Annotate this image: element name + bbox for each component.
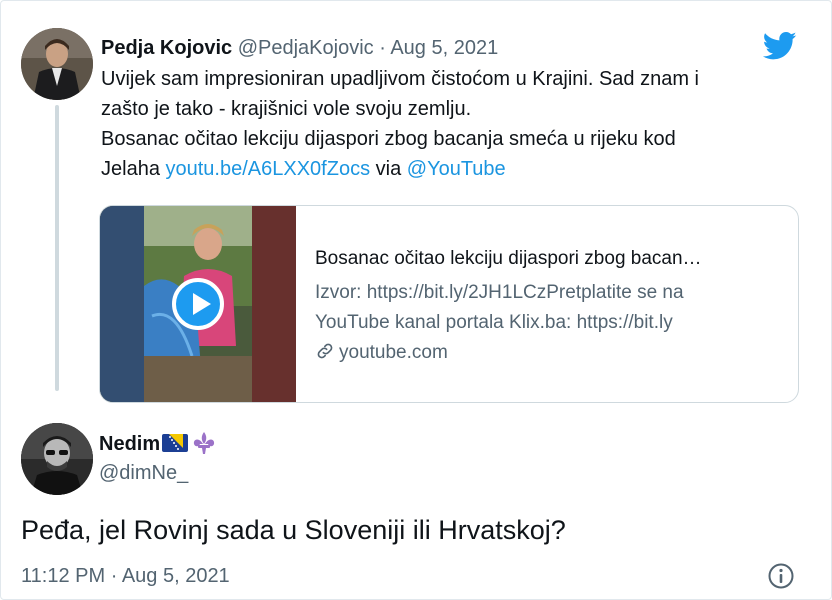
bosnia-flag-icon (162, 434, 189, 452)
via-text: via (370, 158, 407, 180)
tweet-text-line-last: Jelaha youtu.be/A6LXX0fZocs via @YouTube (101, 154, 801, 184)
tweet-text-line: Uvijek sam impresioniran upadljivom čist… (101, 68, 699, 90)
play-icon[interactable] (172, 278, 224, 330)
tweet-text-prefix: Jelaha (101, 158, 166, 180)
reply-tweet-meta[interactable]: 11:12 PM · Aug 5, 2021 (21, 564, 230, 588)
meta-separator: · (110, 565, 118, 587)
tweet-text-line: Bosanac očitao lekciju dijaspori zbog ba… (101, 128, 676, 150)
reply-author-name-text: Nedim (99, 433, 161, 455)
tweet-card: Pedja Kojovic @PedjaKojovic · Aug 5, 202… (0, 0, 832, 600)
author-handle[interactable]: @PedjaKojovic (238, 37, 374, 59)
youtube-link[interactable]: youtu.be/A6LXX0fZocs (166, 158, 371, 180)
fleur-de-lis-icon (191, 431, 217, 455)
reply-author-handle[interactable]: @dimNe_ (99, 461, 188, 485)
reply-date: Aug 5, 2021 (121, 565, 230, 587)
avatar-nedim[interactable] (21, 423, 93, 495)
tweet-date[interactable]: Aug 5, 2021 (390, 37, 498, 59)
video-thumbnail[interactable] (100, 206, 296, 402)
reply-time: 11:12 PM (21, 565, 106, 587)
reply-author-name[interactable]: Nedim (99, 431, 217, 456)
preview-domain-text: youtube.com (339, 342, 448, 363)
thread-line (55, 105, 59, 391)
quoted-tweet-header: Pedja Kojovic @PedjaKojovic · Aug 5, 202… (101, 36, 498, 60)
header-separator: · (379, 37, 386, 59)
link-icon (317, 343, 333, 359)
tweet-text-line: zašto je tako - krajišnici vole svoju ze… (101, 98, 472, 120)
twitter-bird-icon[interactable] (762, 31, 797, 61)
preview-description: Izvor: https://bit.ly/2JH1LCzPretplatite… (315, 278, 785, 338)
author-name[interactable]: Pedja Kojovic (101, 37, 232, 59)
reply-tweet-text: Peđa, jel Rovinj sada u Sloveniji ili Hr… (21, 515, 566, 545)
preview-description-line: YouTube kanal portala Klix.ba: https://b… (315, 312, 673, 333)
info-icon[interactable] (767, 562, 795, 590)
preview-title[interactable]: Bosanac očitao lekciju dijaspori zbog ba… (315, 246, 785, 272)
quoted-tweet-text: Uvijek sam impresioniran upadljivom čist… (101, 64, 801, 184)
youtube-mention[interactable]: @YouTube (407, 158, 506, 180)
preview-description-line: Izvor: https://bit.ly/2JH1LCzPretplatite… (315, 282, 684, 303)
avatar-pedja[interactable] (21, 28, 93, 100)
link-preview-card[interactable]: Bosanac očitao lekciju dijaspori zbog ba… (99, 205, 799, 403)
preview-domain[interactable]: youtube.com (315, 340, 448, 366)
